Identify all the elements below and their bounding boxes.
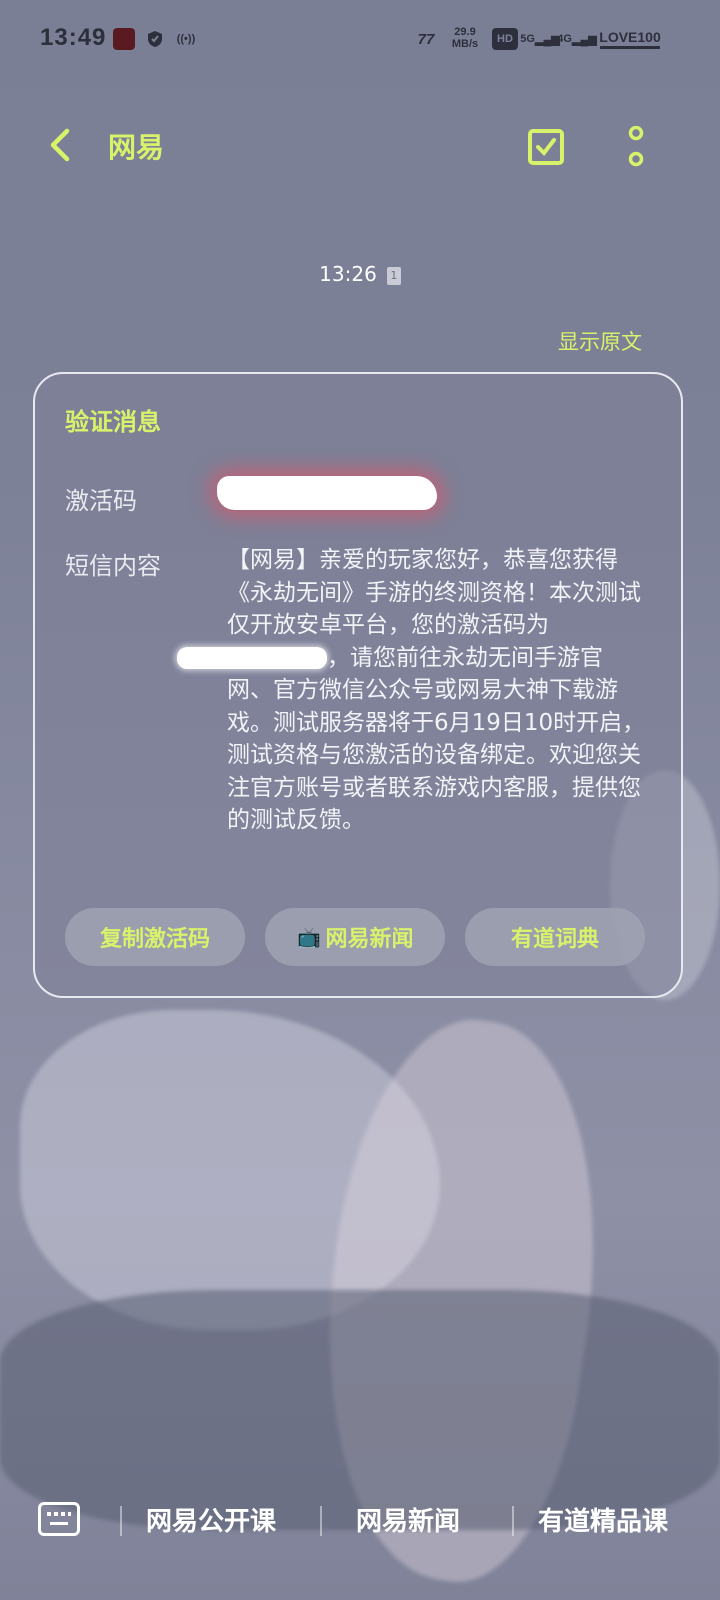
signal-4g-icon: 4G ▂▄▆ [557,33,597,46]
app-notification-icon [113,28,135,50]
menu-divider [320,1506,322,1536]
card-title: 验证消息 [65,408,161,436]
copy-code-label: 复制激活码 [99,927,210,952]
activation-code-label: 激活码 [65,487,137,515]
back-button[interactable] [40,122,80,168]
speed-value: 29.9 [454,26,476,38]
multi-select-button[interactable] [526,126,566,166]
more-options-button[interactable] [624,125,648,168]
netease-news-label: 网易新闻 [325,927,414,952]
speed-unit: MB/s [451,38,479,50]
youdao-dict-label: 有道词典 [510,927,599,952]
sms-body[interactable]: 【网易】亲爱的玩家您好，恭喜您获得《永劫无间》手游的终测资格！本次测试仅开放安卓… [177,544,647,837]
tv-icon: 📺 [296,925,322,949]
youdao-dict-button[interactable]: 有道词典 [465,908,645,966]
sms-content-label: 短信内容 [65,552,161,580]
nfc-icon: 77 [417,30,435,48]
message-time: 13:26 [319,262,377,286]
checkbox-icon [528,129,564,165]
hd-badge: HD [492,28,518,50]
redacted-inline-code [177,646,327,669]
menu-item-youdao-course[interactable]: 有道精品课 [538,1501,668,1538]
signal-5g-icon: 5G ▂▄▆ [520,33,560,46]
chevron-left-icon [50,128,70,162]
menu-divider [120,1506,122,1536]
menu-item-netease-news[interactable]: 网易新闻 [356,1501,460,1538]
sms-body-part1: 【网易】亲爱的玩家您好，恭喜您获得《永劫无间》手游的终测资格！本次测试仅开放安卓… [227,547,641,638]
more-vertical-icon [628,125,644,167]
net-5g-label: 5G [520,33,535,45]
netease-news-button[interactable]: 📺 网易新闻 [265,908,445,966]
shield-icon [146,28,164,50]
copy-code-button[interactable]: 复制激活码 [65,908,245,966]
menu-item-netease-opencourse[interactable]: 网易公开课 [146,1501,276,1538]
sender-title: 网易 [108,131,165,164]
message-timestamp: 13:26 1 [0,262,720,286]
bottom-menu: 网易公开课 网易新闻 有道精品课 [0,1486,720,1600]
hotspot-icon: ((•)) [176,33,196,45]
conversation-header: 网易 [0,100,720,190]
menu-divider [512,1506,514,1536]
verification-card: 验证消息 激活码 短信内容 【网易】亲爱的玩家您好，恭喜您获得《永劫无间》手游的… [33,372,683,998]
sim-card-icon: 1 [386,267,401,285]
network-speed: 29.9 MB/s [448,24,482,52]
keyboard-icon [47,1512,71,1525]
keyboard-button[interactable] [38,1502,80,1536]
battery-indicator: LOVE100 [599,28,661,49]
net-4g-label: 4G [557,33,572,45]
status-time: 13:49 [40,24,107,51]
redacted-activation-code[interactable] [217,476,437,510]
sms-body-part2: ，请您前往永劫无间手游官网、官方微信公众号或网易大神下载游戏。测试服务器将于6月… [227,644,646,834]
show-original-link[interactable]: 显示原文 [558,326,642,356]
status-bar: 13:49 ((•)) 77 29.9 MB/s HD 5G ▂▄▆ 4G ▂▄▆ … [0,0,720,78]
